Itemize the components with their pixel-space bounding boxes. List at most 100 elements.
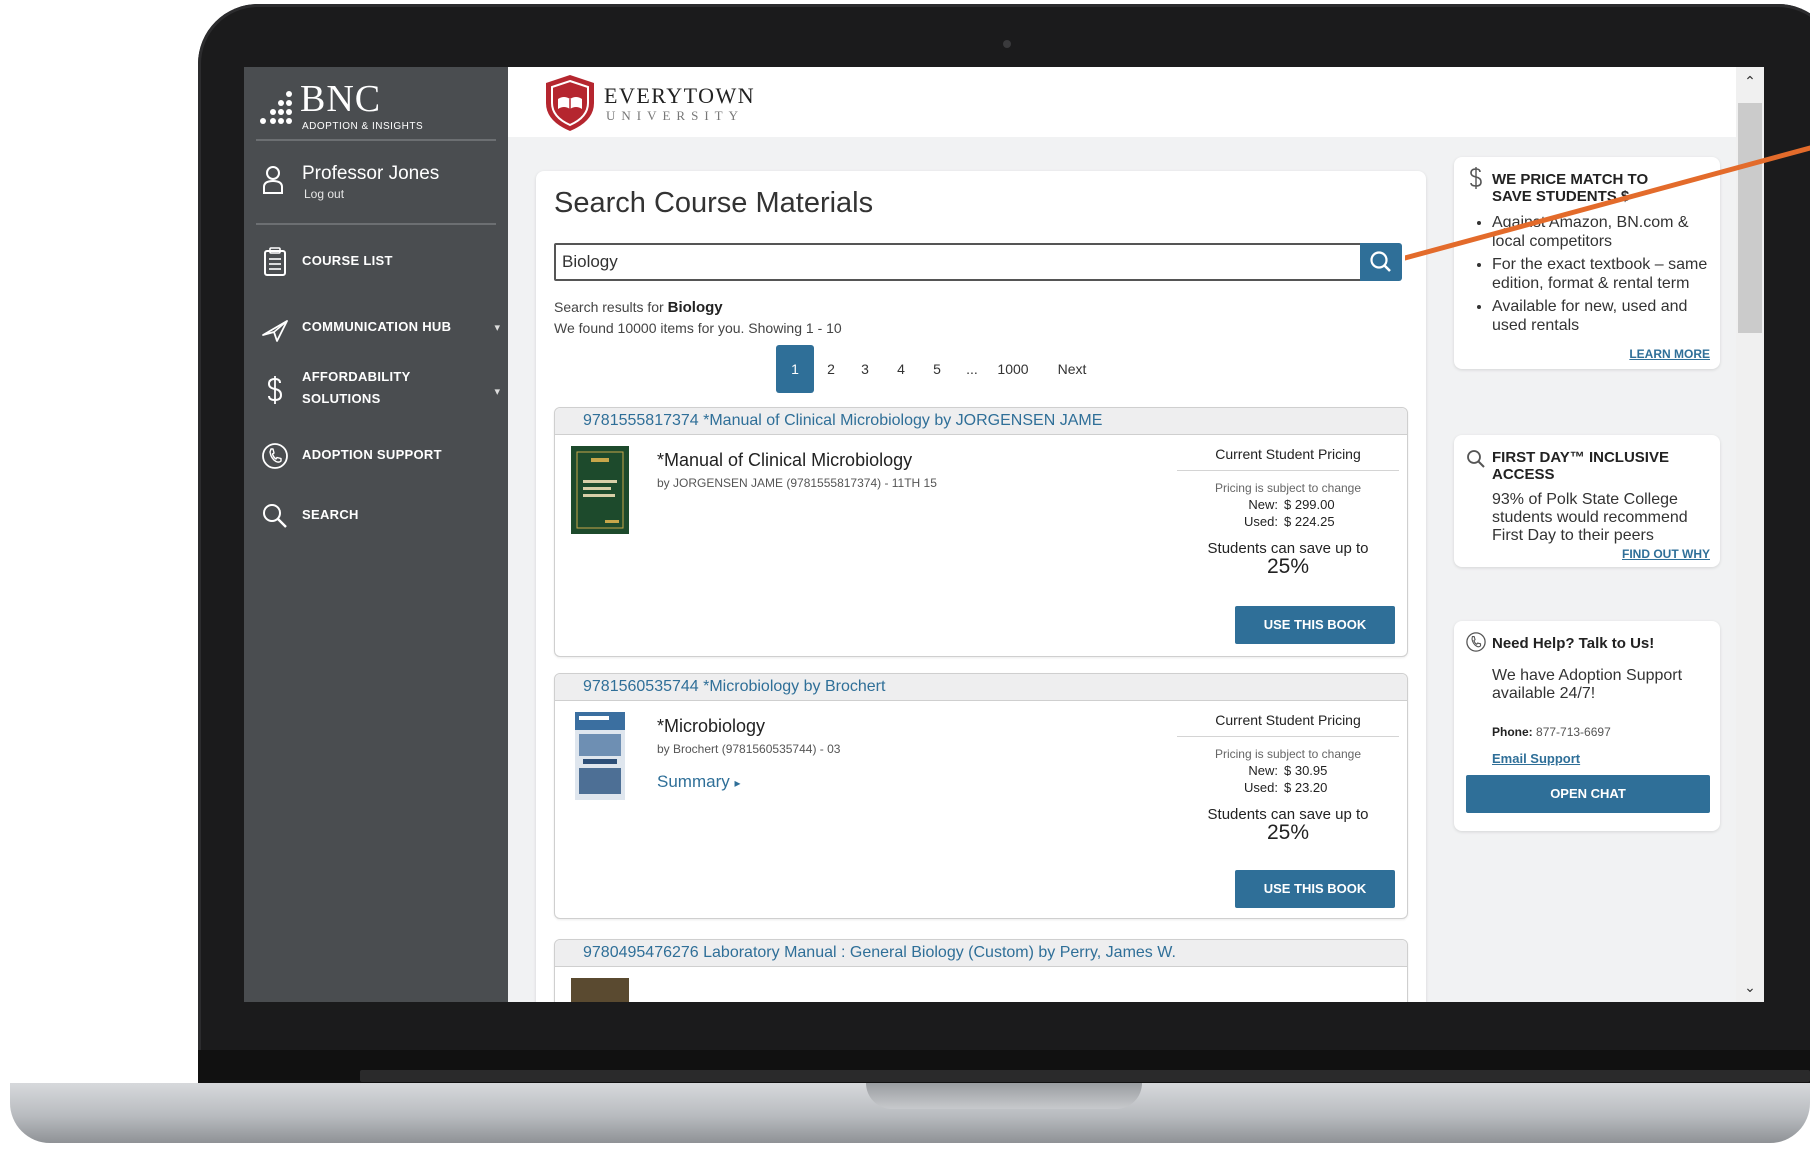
phone-icon [262,443,288,469]
pricing-block: Current Student Pricing Pricing is subje… [1177,446,1399,577]
learn-more-link[interactable]: LEARN MORE [1629,347,1710,361]
savings-percent: 25% [1266,821,1310,844]
results-term: Biology [667,299,723,316]
camera-dot [1003,40,1011,48]
result-card: 9780495476276 Laboratory Manual : Genera… [554,939,1408,1002]
help-phone: Phone: 877-713-6697 [1492,725,1611,739]
book-cover-image[interactable] [575,712,625,800]
logo-text: BNC [300,78,382,120]
find-out-why-link[interactable]: FIND OUT WHY [1622,547,1710,561]
phone-icon [1466,632,1486,652]
used-price-row: Used: $ 23.20 [1177,780,1399,795]
page-4-button[interactable]: 4 [894,345,908,393]
sidebar-item-adoption-support[interactable]: ADOPTION SUPPORT [258,437,502,477]
open-chat-button[interactable]: OPEN CHAT [1466,775,1710,813]
list-item: Available for new, used and used rentals [1492,297,1712,335]
sidebar-item-label: COMMUNICATION HUB [302,319,452,334]
used-price-label: Used: [1244,514,1278,529]
sidebar-divider [256,223,496,225]
page-title: Search Course Materials [554,187,874,219]
help-text: We have Adoption Support available 24/7! [1492,667,1683,702]
chevron-down-icon: ▾ [494,322,500,334]
university-name: EVERYTOWN [604,83,756,108]
book-cover-image[interactable] [571,446,629,534]
university-shield-logo[interactable] [542,73,598,133]
first-day-text: 93% of Polk State College students would… [1492,491,1688,544]
user-name: Professor Jones [302,163,440,184]
sidebar-item-label: ADOPTION SUPPORT [302,447,442,462]
sidebar-item-communication-hub[interactable]: COMMUNICATION HUB ▾ [258,309,502,349]
widget-title: FIRST DAY™ INCLUSIVE ACCESS [1492,449,1669,483]
next-page-button[interactable]: Next [1054,345,1090,393]
phone-label: Phone: [1492,725,1533,739]
new-price-label: New: [1248,763,1278,778]
pricing-note: Pricing is subject to change [1214,481,1362,495]
top-header: EVERYTOWN UNIVERSITY [508,67,1764,137]
new-price: $ 30.95 [1284,763,1328,778]
sidebar-item-label: COURSE LIST [302,253,393,268]
book-byline: by Brochert (9781560535744) - 03 [657,742,841,756]
result-title-link[interactable]: 9780495476276 Laboratory Manual : Genera… [555,940,1407,967]
results-summary: Search results for Biology [554,299,723,316]
sidebar-item-search[interactable]: SEARCH [258,497,502,537]
search-input-wrapper [554,243,1364,281]
user-profile: Professor Jones Log out [258,159,498,219]
used-price: $ 23.20 [1284,780,1328,795]
user-icon [263,166,283,194]
scroll-up-arrow-icon[interactable]: ⌃ [1736,67,1764,95]
widget-title: Need Help? Talk to Us! [1492,635,1655,652]
chevron-down-icon: ▾ [494,386,500,398]
used-price-row: Used: $ 224.25 [1177,514,1399,529]
pricing-title: Current Student Pricing [1177,712,1399,737]
use-this-book-button[interactable]: USE THIS BOOK [1235,606,1395,644]
laptop-base-notch [866,1083,1142,1109]
sidebar: BNC ADOPTION & INSIGHTS ‹ Professor Jone… [244,67,520,1002]
new-price-row: New: $ 299.00 [1177,497,1399,512]
sidebar-divider [256,139,496,141]
sidebar-item-label: AFFORDABILITY [302,369,411,384]
sidebar-item-course-list[interactable]: COURSE LIST [258,243,502,283]
sidebar-item-affordability-solutions[interactable]: AFFORDABILITY SOLUTIONS ▾ [258,367,502,417]
page-3-button[interactable]: 3 [858,345,872,393]
search-button[interactable] [1360,243,1402,281]
page-5-button[interactable]: 5 [930,345,944,393]
university-subtitle: UNIVERSITY [606,108,744,123]
widget-title-line1: FIRST DAY™ INCLUSIVE [1492,449,1669,466]
search-icon [263,504,287,528]
results-prefix: Search results for [554,299,668,315]
search-panel: Search Course Materials Search results f… [536,171,1426,1002]
summary-toggle[interactable]: Summary ▸ [657,772,741,792]
result-title-link[interactable]: 9781555817374 *Manual of Clinical Microb… [555,408,1407,435]
widget-title-line2: ACCESS [1492,466,1555,483]
used-price-label: Used: [1244,780,1278,795]
search-icon [1370,251,1391,272]
result-card: 9781555817374 *Manual of Clinical Microb… [554,407,1408,657]
pricing-note: Pricing is subject to change [1214,747,1362,761]
help-widget: Need Help? Talk to Us! We have Adoption … [1454,621,1720,831]
book-title: *Manual of Clinical Microbiology [657,450,913,470]
book-title: *Microbiology [657,716,766,736]
savings-percent: 25% [1266,555,1310,578]
search-icon [1467,450,1485,468]
bnc-logo[interactable]: BNC ADOPTION & INSIGHTS [258,78,438,132]
search-input[interactable] [556,245,1358,279]
page-1-button[interactable]: 1 [776,345,814,393]
use-this-book-button[interactable]: USE THIS BOOK [1235,870,1395,908]
result-card: 9781560535744 *Microbiology by Brochert … [554,673,1408,919]
first-day-widget: FIRST DAY™ INCLUSIVE ACCESS 93% of Polk S… [1454,435,1720,567]
phone-number: 877-713-6697 [1536,725,1611,739]
summary-label: Summary [657,772,730,791]
page-ellipsis: ... [966,361,978,377]
book-cover-image[interactable] [571,978,629,1002]
logout-link[interactable]: Log out [304,187,344,201]
pricing-title: Current Student Pricing [1177,446,1399,471]
scroll-down-arrow-icon[interactable]: ⌄ [1736,973,1764,1001]
email-support-link[interactable]: Email Support [1492,751,1580,766]
new-price: $ 299.00 [1284,497,1335,512]
clipboard-list-icon [264,247,286,276]
result-title-link[interactable]: 9781560535744 *Microbiology by Brochert [555,674,1407,701]
page-2-button[interactable]: 2 [824,345,838,393]
logo-subtext: ADOPTION & INSIGHTS [302,121,424,132]
pricing-block: Current Student Pricing Pricing is subje… [1177,712,1399,843]
page-1000-button[interactable]: 1000 [996,345,1030,393]
